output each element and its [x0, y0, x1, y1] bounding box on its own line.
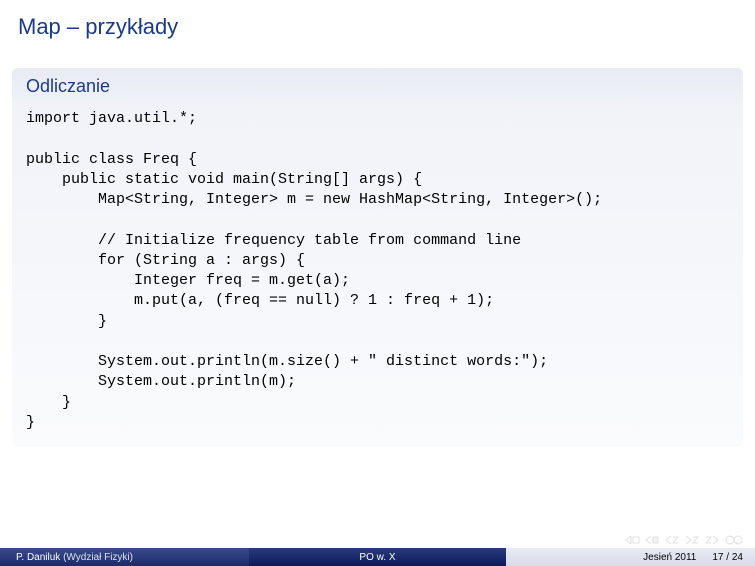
footer-author: P. Daniluk: [16, 552, 60, 563]
footer: P. Daniluk (Wydział Fizyki) PO w. X Jesi…: [0, 548, 755, 566]
nav-refresh-icon[interactable]: [723, 534, 745, 546]
footer-affiliation: (Wydział Fizyki): [63, 552, 133, 563]
footer-right: Jesień 2011 17 / 24: [506, 548, 755, 566]
nav-back-icon[interactable]: [663, 534, 681, 546]
code-listing: import java.util.*; public class Freq { …: [12, 103, 743, 447]
nav-first-icon[interactable]: [623, 534, 641, 546]
page-sep: /: [724, 552, 732, 563]
nav-prev-icon[interactable]: [643, 534, 661, 546]
nav-icons: [623, 534, 745, 546]
footer-page: 17 / 24: [712, 552, 743, 563]
footer-center: PO w. X: [249, 548, 506, 566]
nav-next-icon[interactable]: [683, 534, 701, 546]
footer-date: Jesień 2011: [643, 552, 696, 563]
nav-fwd-icon[interactable]: [703, 534, 721, 546]
slide-title: Map – przykłady: [0, 0, 755, 50]
footer-author-area: P. Daniluk (Wydział Fizyki): [0, 548, 249, 566]
block-title: Odliczanie: [12, 68, 743, 103]
page-total: 24: [732, 552, 743, 563]
page-current: 17: [712, 552, 723, 563]
code-block: Odliczanie import java.util.*; public cl…: [12, 68, 743, 447]
